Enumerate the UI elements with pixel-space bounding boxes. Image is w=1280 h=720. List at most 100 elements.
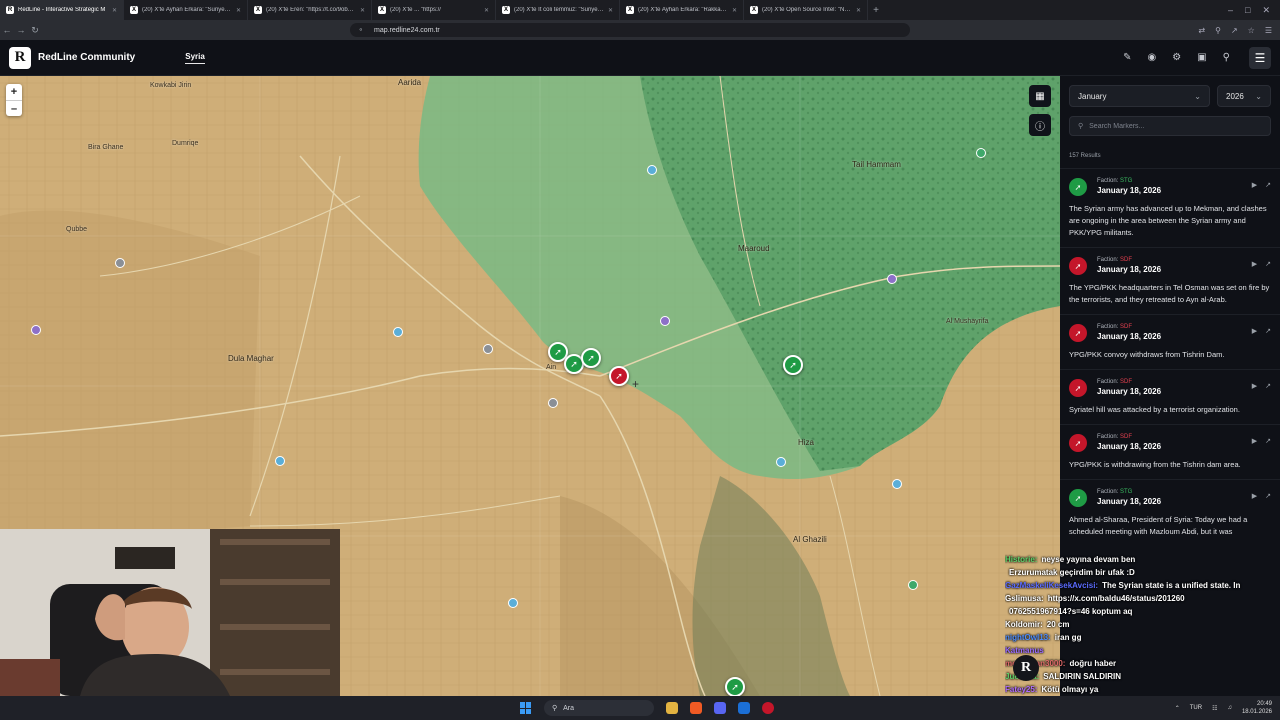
external-link-icon[interactable]: ↗ [1265, 327, 1271, 335]
tab-close-icon[interactable]: ✕ [732, 7, 737, 14]
streamer-webcam-image [0, 529, 340, 696]
external-link-icon[interactable]: ↗ [1265, 382, 1271, 390]
external-link-icon[interactable]: ↗ [1265, 492, 1271, 500]
map-poi[interactable] [776, 457, 786, 467]
tab-close-icon[interactable]: ✕ [360, 7, 365, 14]
reload-icon[interactable]: ↻ [28, 25, 42, 36]
month-select[interactable]: January ⌄ [1069, 85, 1210, 107]
map-poi[interactable] [976, 148, 986, 158]
results-count: 157 Results [1069, 153, 1101, 159]
site-info-icon[interactable]: ⚬ [358, 26, 364, 34]
faction-marker-stg[interactable]: ➚ [783, 355, 803, 375]
zoom-icon[interactable]: ⚲ [1215, 26, 1221, 35]
windows-start-icon[interactable] [520, 702, 532, 714]
faction-line: Faction: STG [1097, 178, 1271, 184]
external-link-icon[interactable]: ↗ [1265, 181, 1271, 189]
faction-marker-sdf[interactable]: ➚ [609, 366, 629, 386]
year-select[interactable]: 2026 ⌄ [1217, 85, 1271, 107]
file-explorer-icon[interactable] [666, 702, 678, 714]
hamburger-menu-button[interactable]: ☰ [1249, 46, 1271, 69]
marker-entry[interactable]: ➚ ▶ ↗ Faction: SDF January 18, 2026 Syriatel … [1060, 369, 1280, 424]
browser-tab[interactable]: R RedLine - Interactive Strategic M ✕ [0, 0, 124, 20]
external-link-icon[interactable]: ↗ [1265, 437, 1271, 445]
map-poi[interactable] [275, 456, 285, 466]
map-poi[interactable] [887, 274, 897, 284]
external-link-icon[interactable]: ↗ [1265, 260, 1271, 268]
brave-browser-icon[interactable] [690, 702, 702, 714]
marker-entry[interactable]: ➚ ▶ ↗ Faction: STG January 18, 2026 The Syria… [1060, 168, 1280, 247]
tab-close-icon[interactable]: ✕ [236, 7, 241, 14]
back-icon[interactable]: ← [0, 25, 14, 35]
entry-date: January 18, 2026 [1097, 332, 1162, 341]
tab-close-icon[interactable]: ✕ [112, 7, 117, 14]
browser-tab[interactable]: X (20) X'te Ayhan Erkara: "Rakka hala t ✕ [620, 0, 744, 20]
zoom-out-button[interactable]: – [6, 100, 22, 116]
draw-icon[interactable]: ✎ [1123, 52, 1131, 63]
minimize-icon[interactable]: – [1228, 5, 1233, 16]
browser-tab[interactable]: X (20) X'te It coli temmuz: "Suriye Dogu ✕ [496, 0, 620, 20]
video-icon[interactable]: ▶ [1252, 260, 1257, 268]
map-poi[interactable] [660, 316, 670, 326]
video-icon[interactable]: ▶ [1252, 327, 1257, 335]
redline-logo[interactable]: R [9, 46, 31, 69]
discord-icon[interactable] [714, 702, 726, 714]
camera-icon[interactable]: ▣ [1197, 52, 1206, 63]
obs-icon[interactable] [762, 702, 774, 714]
map-poi[interactable] [483, 344, 493, 354]
map-info-button[interactable]: ⓘ [1029, 114, 1051, 136]
new-tab-button[interactable]: + [868, 5, 884, 16]
marker-entry[interactable]: ➚ ▶ ↗ Faction: SDF January 18, 2026 YPG/PKK i… [1060, 424, 1280, 479]
steam-icon[interactable] [738, 702, 750, 714]
map-layers-button[interactable]: ▦ [1029, 85, 1051, 107]
wifi-icon[interactable]: ☷ [1212, 705, 1217, 712]
map-poi[interactable] [115, 258, 125, 268]
video-icon[interactable]: ▶ [1252, 382, 1257, 390]
map-poi[interactable] [508, 598, 518, 608]
browser-tab[interactable]: X (20) X'te Open Source Intel: "NEW ✕ [744, 0, 868, 20]
bookmark-star-icon[interactable]: ☆ [1248, 26, 1255, 35]
brand-name[interactable]: RedLine Community [38, 52, 135, 63]
entry-actions: ▶ ↗ [1252, 437, 1271, 445]
tab-close-icon[interactable]: ✕ [856, 7, 861, 14]
taskbar-search[interactable]: ⚲ Ara [544, 700, 654, 716]
marker-search-input[interactable] [1089, 122, 1260, 130]
language-indicator[interactable]: TUR [1190, 705, 1202, 711]
browser-tab[interactable]: X (20) X'te Ayhan Erkara: "Suriye ordus ✕ [124, 0, 248, 20]
share-icon[interactable]: ↗ [1231, 26, 1238, 35]
video-icon[interactable]: ▶ [1252, 181, 1257, 189]
faction-marker-stg[interactable]: ➚ [581, 348, 601, 368]
video-icon[interactable]: ▶ [1252, 492, 1257, 500]
marker-entry[interactable]: ➚ ▶ ↗ Faction: SDF January 18, 2026 The YPG/P… [1060, 247, 1280, 314]
tab-close-icon[interactable]: ✕ [484, 7, 489, 14]
map-poi[interactable] [647, 165, 657, 175]
map-label-dumriqe: Dumriqe [172, 140, 199, 147]
map-poi[interactable] [892, 479, 902, 489]
nav-syria[interactable]: Syria [185, 52, 205, 64]
clock[interactable]: 20:49 18.01.2026 [1242, 700, 1272, 716]
marker-entry[interactable]: ➚ ▶ ↗ Faction: SDF January 18, 2026 YPG/PKK c… [1060, 314, 1280, 369]
tray-chevron-icon[interactable]: ⌃ [1175, 705, 1180, 712]
video-icon[interactable]: ▶ [1252, 437, 1257, 445]
translate-icon[interactable]: ⇄ [1198, 26, 1205, 35]
extensions-icon[interactable]: ☰ [1265, 26, 1272, 35]
location-pin-icon[interactable]: ◉ [1148, 52, 1157, 63]
map-poi[interactable] [908, 580, 918, 590]
forward-icon[interactable]: → [14, 25, 28, 35]
search-icon[interactable]: ⚲ [1223, 52, 1230, 63]
map-poi[interactable] [548, 398, 558, 408]
chat-message: Koldomir: 20 cm [1005, 618, 1280, 631]
url-field[interactable]: ⚬ map.redline24.com.tr [350, 23, 910, 37]
faction-marker-stg[interactable]: ➚ [725, 677, 745, 696]
settings-gear-icon[interactable]: ⚙ [1172, 52, 1181, 63]
volume-icon[interactable]: ♫ [1227, 705, 1232, 711]
faction-line: Faction: STG [1097, 489, 1271, 495]
map-poi[interactable] [393, 327, 403, 337]
marker-entry[interactable]: ➚ ▶ ↗ Faction: STG January 18, 2026 Ahmed al-… [1060, 479, 1280, 546]
tab-close-icon[interactable]: ✕ [608, 7, 613, 14]
browser-tab[interactable]: X (20) X'te Eren: "https://t.co/9obqVar ✕ [248, 0, 372, 20]
map-poi[interactable] [31, 325, 41, 335]
close-window-icon[interactable]: ✕ [1262, 5, 1270, 16]
maximize-icon[interactable]: □ [1245, 5, 1250, 16]
browser-tab[interactable]: X (20) X'te ... "https:// ✕ [372, 0, 496, 20]
zoom-in-button[interactable]: + [6, 84, 22, 100]
